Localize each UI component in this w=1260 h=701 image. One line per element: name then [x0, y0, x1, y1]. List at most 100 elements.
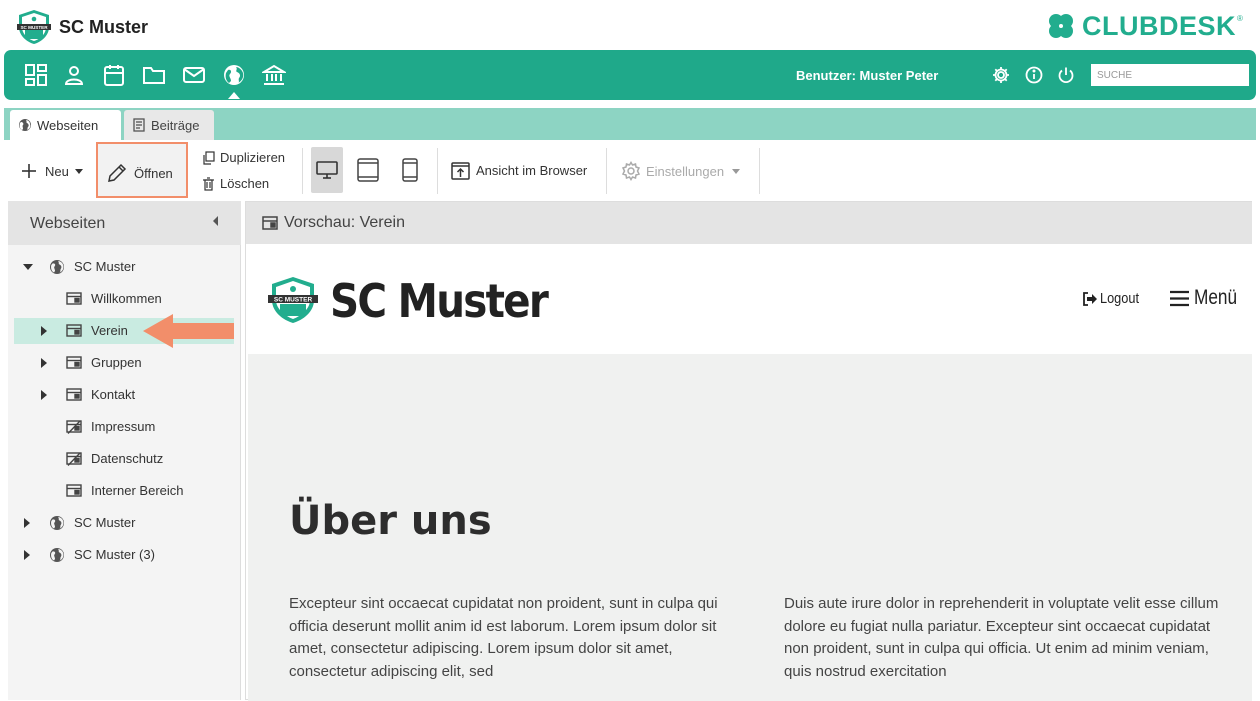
site-menu-button[interactable]: Menü: [1170, 286, 1247, 310]
delete-button-label: Löschen: [220, 176, 270, 191]
tab-bar: Webseiten Beiträge: [4, 108, 1256, 140]
tree-item[interactable]: SC Muster: [14, 254, 234, 280]
bank-icon[interactable]: [260, 63, 288, 87]
duplicate-button[interactable]: Duplizieren: [202, 150, 285, 165]
collapse-panel-icon[interactable]: [213, 216, 218, 226]
main-nav: Benutzer: Muster Peter: [4, 50, 1256, 100]
dashboard-icon[interactable]: [24, 63, 48, 87]
club-name: SC Muster: [59, 17, 149, 37]
tree-item-label: Impressum: [91, 419, 156, 434]
tablet-icon: [357, 158, 379, 182]
search-input[interactable]: [1091, 64, 1249, 86]
copy-icon: [203, 150, 215, 165]
tree-item-label: Interner Bereich: [91, 483, 184, 498]
calendar-icon[interactable]: [102, 63, 126, 87]
registered-mark: ®: [1237, 14, 1243, 23]
open-button[interactable]: Öffnen: [96, 142, 188, 198]
tree-item-label: Willkommen: [91, 291, 162, 306]
info-icon[interactable]: [1025, 66, 1043, 84]
preview-title: Vorschau: Verein: [284, 214, 405, 231]
tree-item-label: Kontakt: [91, 387, 136, 402]
chevron-down-icon: [74, 168, 83, 174]
globe-icon[interactable]: [222, 63, 246, 87]
tree-item[interactable]: SC Muster (3): [14, 542, 234, 568]
duplicate-button-label: Duplizieren: [220, 150, 286, 165]
club-logo: SC MUSTER: [17, 10, 51, 44]
brand-name: CLUBDESK: [1082, 10, 1237, 41]
power-icon[interactable]: [1057, 66, 1075, 84]
tree-item[interactable]: Interner Bereich: [14, 478, 234, 504]
trash-icon: [203, 176, 214, 191]
app-header: SC MUSTER SC Muster CLUBDESK ®: [0, 0, 1260, 50]
delete-button[interactable]: Löschen: [202, 176, 269, 191]
caret-right-icon[interactable]: [41, 358, 47, 368]
tab-beitraege[interactable]: Beiträge: [124, 110, 214, 140]
menu-label: Menü: [1194, 286, 1238, 309]
pages-panel: Webseiten SC Muster Willkommen Verein Grupp…: [8, 201, 241, 700]
gear-icon[interactable]: [992, 66, 1010, 84]
site-heading: Über uns: [289, 498, 492, 544]
pencil-icon: [108, 163, 127, 182]
caret-right-icon[interactable]: [41, 390, 47, 400]
hidden-page-icon: [66, 419, 82, 435]
site-logo[interactable]: SC MUSTER: [268, 276, 318, 324]
globe-icon: [49, 259, 65, 275]
folder-icon[interactable]: [142, 63, 166, 87]
tab-webseiten[interactable]: Webseiten: [10, 110, 121, 140]
panel-title: Webseiten: [30, 215, 106, 232]
site-logout-link[interactable]: Logout: [1082, 290, 1146, 307]
tree-item-label: SC Muster: [74, 515, 136, 530]
globe-icon: [19, 119, 31, 131]
caret-down-icon[interactable]: [23, 264, 33, 270]
panel-header: Webseiten: [8, 201, 241, 245]
tree-item[interactable]: Gruppen: [14, 350, 234, 376]
logout-label: Logout: [1100, 290, 1140, 307]
tree-item-label: SC Muster: [74, 259, 136, 274]
site-logo-text: SC MUSTER: [274, 297, 313, 304]
preview-panel: Vorschau: Verein SC MUSTER SC Muster Log…: [245, 201, 1252, 701]
current-user-label[interactable]: Benutzer: Muster Peter: [796, 68, 938, 83]
tree-item[interactable]: Datenschutz: [14, 446, 234, 472]
page-icon: [262, 216, 278, 230]
mail-icon[interactable]: [182, 63, 206, 87]
page-icon: [66, 387, 82, 403]
caret-right-icon[interactable]: [24, 550, 30, 560]
toolbar-divider: [302, 148, 303, 194]
tablet-view-button[interactable]: [357, 158, 379, 182]
desktop-icon: [316, 161, 338, 179]
page-icon: [66, 291, 82, 307]
settings-button[interactable]: Einstellungen: [621, 161, 741, 181]
new-button-label: Neu: [45, 163, 69, 179]
clover-icon: [1049, 14, 1073, 38]
site-preview: SC MUSTER SC Muster Logout Menü Über uns…: [248, 244, 1252, 701]
tree-item[interactable]: Willkommen: [14, 286, 234, 312]
person-icon[interactable]: [62, 63, 86, 87]
clubdesk-brand[interactable]: CLUBDESK ®: [1046, 10, 1243, 42]
hamburger-icon: [1170, 290, 1189, 306]
tree-item[interactable]: SC Muster: [14, 510, 234, 536]
desktop-view-button[interactable]: [311, 147, 343, 193]
active-nav-indicator: [228, 92, 240, 99]
tree-item[interactable]: Kontakt: [14, 382, 234, 408]
globe-icon: [49, 515, 65, 531]
site-header: SC MUSTER SC Muster Logout Menü: [248, 244, 1252, 354]
globe-icon: [49, 547, 65, 563]
site-text-left: Excepteur sint occaecat cupidatat non pr…: [289, 595, 718, 680]
tree-item-label: Datenschutz: [91, 451, 164, 466]
page-icon: [66, 323, 82, 339]
new-button[interactable]: Neu: [20, 162, 83, 180]
caret-right-icon[interactable]: [24, 518, 30, 528]
preview-header: Vorschau: Verein: [246, 202, 1252, 244]
caret-right-icon[interactable]: [41, 326, 47, 336]
document-icon: [133, 118, 145, 132]
view-in-browser-label: Ansicht im Browser: [476, 163, 588, 178]
toolbar-divider: [606, 148, 607, 194]
mobile-icon: [402, 158, 418, 182]
external-view-icon: [451, 162, 470, 180]
view-in-browser-button[interactable]: Ansicht im Browser: [451, 161, 587, 180]
tree-item[interactable]: Impressum: [14, 414, 234, 440]
page-icon: [66, 355, 82, 371]
tab-label: Beiträge: [151, 117, 200, 133]
pointer-arrow-icon: [143, 314, 234, 348]
mobile-view-button[interactable]: [402, 158, 418, 182]
